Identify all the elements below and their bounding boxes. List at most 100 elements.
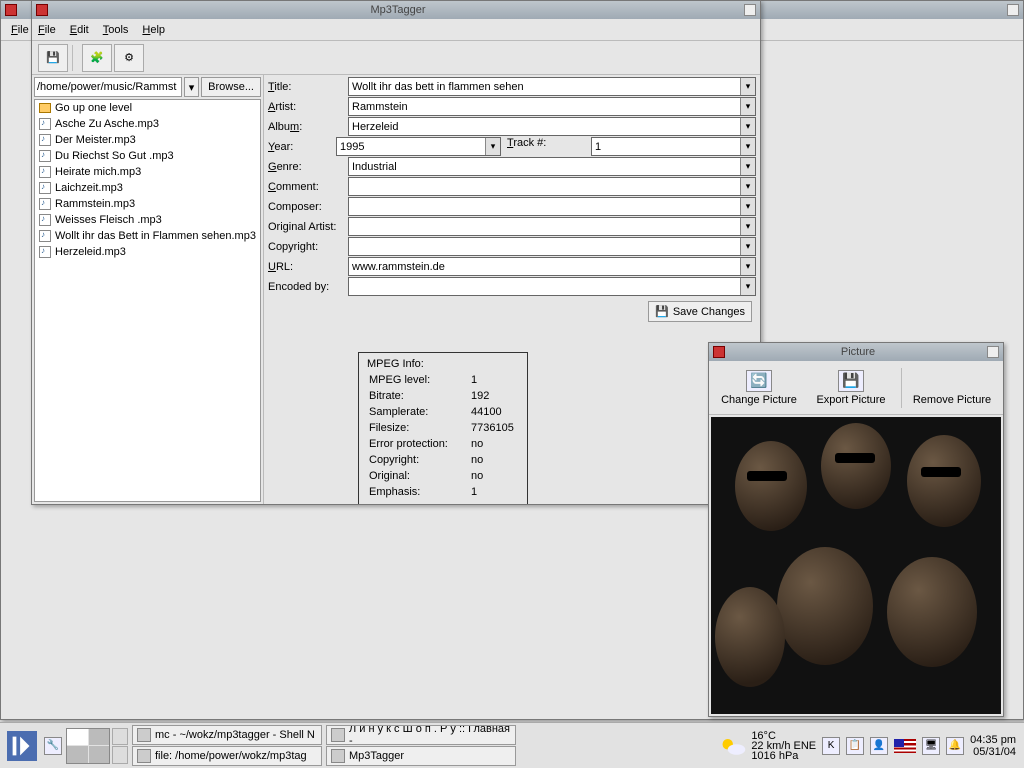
change-picture-button[interactable]: 🔄Change Picture bbox=[717, 370, 801, 406]
system-tray: 16°C 22 km/h ENE 1016 hPa K 📋 👤 🖥 🔔 04:3… bbox=[711, 723, 1024, 768]
chevron-down-icon[interactable] bbox=[740, 78, 755, 95]
chevron-down-icon[interactable] bbox=[740, 278, 755, 295]
artist-field[interactable] bbox=[348, 97, 756, 116]
chevron-down-icon[interactable] bbox=[485, 138, 500, 155]
maximize-icon[interactable] bbox=[1007, 4, 1019, 16]
pager-extra[interactable] bbox=[112, 728, 128, 764]
menu-edit[interactable]: Edit bbox=[70, 24, 89, 36]
path-input[interactable] bbox=[34, 77, 182, 97]
comment-field[interactable] bbox=[348, 177, 756, 196]
bg-menu-file[interactable]: File bbox=[11, 24, 29, 36]
file-item[interactable]: Herzeleid.mp3 bbox=[35, 244, 260, 260]
tool-icon-1[interactable]: 🧩 bbox=[82, 44, 112, 72]
clock-date: 05/31/04 bbox=[970, 746, 1016, 758]
desktop-2[interactable] bbox=[89, 729, 110, 746]
task-button[interactable]: mc - ~/wokz/mp3tagger - Shell N bbox=[132, 725, 322, 745]
file-item[interactable]: Weisses Fleisch .mp3 bbox=[35, 212, 260, 228]
chevron-down-icon[interactable] bbox=[740, 158, 755, 175]
file-item[interactable]: Wollt ihr das Bett in Flammen sehen.mp3 bbox=[35, 228, 260, 244]
kde-menu-button[interactable] bbox=[4, 728, 40, 764]
maximize-icon[interactable] bbox=[987, 346, 999, 358]
chevron-down-icon[interactable] bbox=[740, 198, 755, 215]
chevron-down-icon[interactable] bbox=[740, 98, 755, 115]
desktop-4[interactable] bbox=[89, 746, 110, 763]
save-changes-button[interactable]: 💾Save Changes bbox=[648, 301, 752, 322]
weather-wind: 22 km/h ENE bbox=[751, 741, 816, 751]
browse-button[interactable]: Browse... bbox=[201, 77, 261, 97]
file-item[interactable]: Der Meister.mp3 bbox=[35, 132, 260, 148]
tray-icon-clipboard[interactable]: 📋 bbox=[846, 737, 864, 755]
chevron-down-icon[interactable] bbox=[740, 178, 755, 195]
close-icon[interactable] bbox=[36, 4, 48, 16]
url-label: URL: bbox=[268, 261, 348, 273]
audio-file-icon bbox=[39, 150, 51, 162]
file-item[interactable]: Laichzeit.mp3 bbox=[35, 180, 260, 196]
task-button[interactable]: file: /home/power/wokz/mp3tag bbox=[132, 746, 322, 766]
year-field[interactable] bbox=[336, 137, 501, 156]
weather-applet[interactable]: 16°C 22 km/h ENE 1016 hPa bbox=[719, 731, 816, 761]
album-field[interactable] bbox=[348, 117, 756, 136]
clock[interactable]: 04:35 pm 05/31/04 bbox=[970, 734, 1016, 758]
audio-file-icon bbox=[39, 230, 51, 242]
album-label: Album: bbox=[268, 121, 348, 133]
save-icon: 💾 bbox=[655, 305, 669, 318]
chevron-down-icon[interactable] bbox=[740, 118, 755, 135]
close-icon[interactable] bbox=[5, 4, 17, 16]
composer-field[interactable] bbox=[348, 197, 756, 216]
tool-icon-2[interactable]: ⚙ bbox=[114, 44, 144, 72]
mp3-titlebar[interactable]: Mp3Tagger bbox=[32, 1, 760, 19]
artist-label: Artist: bbox=[268, 101, 348, 113]
save-icon[interactable]: 💾 bbox=[38, 44, 68, 72]
file-item[interactable]: Heirate mich.mp3 bbox=[35, 164, 260, 180]
file-list[interactable]: Go up one level Asche Zu Asche.mp3 Der M… bbox=[34, 99, 261, 502]
go-up-level[interactable]: Go up one level bbox=[35, 100, 260, 116]
taskbar: 🔧 mc - ~/wokz/mp3tagger - Shell N file: … bbox=[0, 722, 1024, 768]
url-field[interactable] bbox=[348, 257, 756, 276]
encoded-field[interactable] bbox=[348, 277, 756, 296]
copyright-label: Copyright: bbox=[268, 241, 348, 253]
tray-icon-display[interactable]: 🖥 bbox=[922, 737, 940, 755]
close-icon[interactable] bbox=[713, 346, 725, 358]
title-field[interactable] bbox=[348, 77, 756, 96]
copyright-field[interactable] bbox=[348, 237, 756, 256]
picture-titlebar[interactable]: Picture bbox=[709, 343, 1003, 361]
picture-window-title: Picture bbox=[729, 346, 987, 358]
file-item[interactable]: Rammstein.mp3 bbox=[35, 196, 260, 212]
task-button[interactable]: Л и н у к с Ш о п . Р у :: Главная - bbox=[326, 725, 516, 745]
genre-label: Genre: bbox=[268, 161, 348, 173]
chevron-down-icon[interactable] bbox=[740, 238, 755, 255]
origartist-field[interactable] bbox=[348, 217, 756, 236]
window-title: Mp3Tagger bbox=[52, 4, 744, 16]
desktop-1[interactable] bbox=[67, 729, 88, 746]
tray-icon-user[interactable]: 👤 bbox=[870, 737, 888, 755]
chevron-down-icon[interactable] bbox=[740, 138, 755, 155]
separator-icon bbox=[901, 368, 902, 408]
tray-icon-k[interactable]: K bbox=[822, 737, 840, 755]
keyboard-layout-flag-icon[interactable] bbox=[894, 739, 916, 753]
export-picture-button[interactable]: 💾Export Picture bbox=[809, 370, 893, 406]
app-icon bbox=[331, 749, 345, 763]
title-label: Title: bbox=[268, 81, 348, 93]
remove-picture-button[interactable]: Remove Picture bbox=[910, 370, 994, 406]
audio-file-icon bbox=[39, 118, 51, 130]
menu-tools[interactable]: Tools bbox=[103, 24, 129, 36]
menu-file[interactable]: File bbox=[38, 24, 56, 36]
file-item[interactable]: Du Riechst So Gut .mp3 bbox=[35, 148, 260, 164]
file-item[interactable]: Asche Zu Asche.mp3 bbox=[35, 116, 260, 132]
desktop-3[interactable] bbox=[67, 746, 88, 763]
genre-field[interactable] bbox=[348, 157, 756, 176]
settings-tray-icon[interactable]: 🔧 bbox=[44, 737, 62, 755]
tag-editor-panel: Title: Artist: Album: Year: Track #: Gen… bbox=[264, 75, 760, 504]
terminal-icon bbox=[137, 728, 151, 742]
desktop-pager[interactable] bbox=[66, 728, 110, 764]
menu-help[interactable]: Help bbox=[142, 24, 165, 36]
maximize-icon[interactable] bbox=[744, 4, 756, 16]
track-field[interactable] bbox=[591, 137, 756, 156]
mpeg-info-header: MPEG Info: bbox=[367, 357, 519, 371]
task-button[interactable]: Mp3Tagger bbox=[326, 746, 516, 766]
path-dropdown-icon[interactable]: ▾ bbox=[184, 77, 199, 97]
editor-icon bbox=[137, 749, 151, 763]
tray-icon-bell[interactable]: 🔔 bbox=[946, 737, 964, 755]
chevron-down-icon[interactable] bbox=[740, 258, 755, 275]
chevron-down-icon[interactable] bbox=[740, 218, 755, 235]
